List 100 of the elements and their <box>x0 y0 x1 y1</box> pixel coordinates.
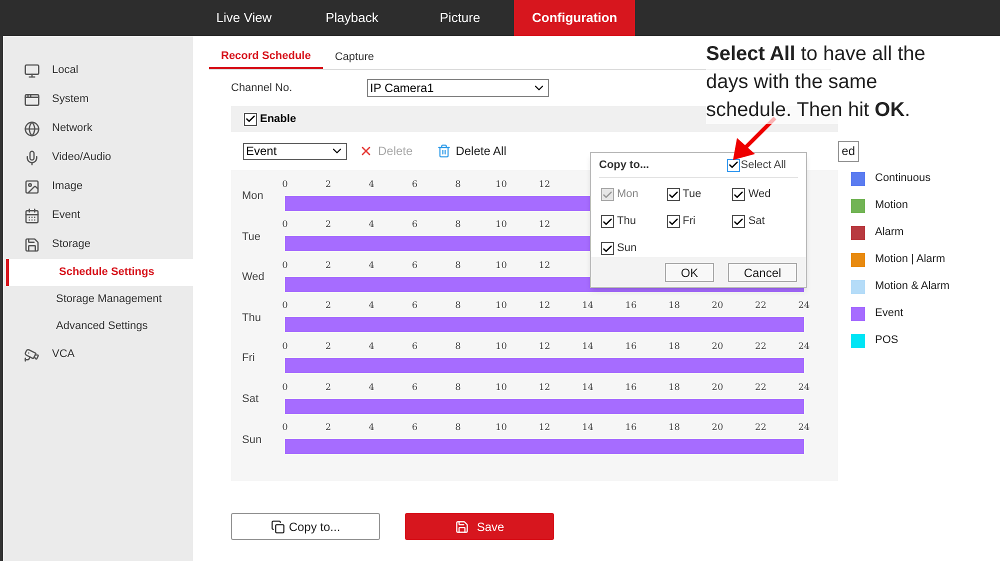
copy-to-button[interactable]: Copy to... <box>231 513 380 540</box>
hour-label: 20 <box>712 340 724 353</box>
hour-label: 8 <box>455 422 461 434</box>
type-select[interactable]: Event <box>243 142 347 160</box>
enable-checkbox[interactable] <box>244 112 257 126</box>
hour-label: 12 <box>538 300 550 312</box>
dialog-button[interactable]: Cancel <box>728 262 797 282</box>
select-all-label: Select All <box>740 158 786 173</box>
day-checkbox-label: Fri <box>682 214 696 230</box>
hour-label: 18 <box>668 300 680 312</box>
hour-label: 22 <box>755 340 766 353</box>
hour-label: 12 <box>538 219 550 232</box>
select-all-checkbox[interactable] <box>726 158 740 172</box>
sidebar-item[interactable]: VCA <box>3 340 193 369</box>
hour-label: 2 <box>325 178 332 191</box>
hour-label: 0 <box>282 422 288 434</box>
sidebar-item[interactable]: Network <box>3 114 193 143</box>
day-checkbox[interactable] <box>601 242 614 255</box>
nav-tab[interactable]: Picture <box>406 0 514 36</box>
day-checkbox[interactable] <box>666 188 680 201</box>
sidebar-item[interactable]: Image <box>3 172 193 201</box>
sidebar-item[interactable]: Video/Audio <box>3 143 193 172</box>
hour-label: 10 <box>496 260 507 272</box>
hour-label: 2 <box>325 260 332 272</box>
hour-label: 16 <box>625 422 637 434</box>
nav-tab[interactable]: Playback <box>298 0 406 36</box>
calendar-icon <box>24 208 40 224</box>
hour-label: 10 <box>496 422 507 434</box>
hour-label: 2 <box>325 340 332 353</box>
legend-label: Motion & Alarm <box>875 279 950 294</box>
schedule-bar[interactable] <box>285 439 804 454</box>
hour-label: 22 <box>755 382 766 394</box>
hour-label: 0 <box>282 382 288 394</box>
hour-label: 4 <box>368 422 374 434</box>
day-checkbox[interactable] <box>666 215 680 228</box>
schedule-bar[interactable] <box>285 398 804 414</box>
hour-label: 18 <box>668 340 680 353</box>
day-checkbox[interactable] <box>601 215 614 228</box>
legend-label: Continuous <box>875 171 931 186</box>
sidebar-item[interactable]: Storage <box>3 230 193 259</box>
sidebar-item[interactable]: Event <box>3 201 193 230</box>
hour-label: 24 <box>798 300 810 312</box>
image-icon <box>24 178 40 194</box>
day-checkbox[interactable] <box>732 215 746 228</box>
hour-label: 2 <box>325 219 332 232</box>
hour-label: 14 <box>582 300 594 312</box>
hour-label: 24 <box>798 422 810 434</box>
hour-label: 2 <box>325 382 332 394</box>
day-label: Tue <box>241 230 262 245</box>
legend-label: POS <box>875 333 898 348</box>
schedule-bar[interactable] <box>285 358 804 373</box>
legend-label: Alarm <box>875 225 904 240</box>
hour-label: 20 <box>712 300 724 312</box>
sub-tab[interactable]: Capture <box>322 45 386 69</box>
save-button[interactable]: Save <box>405 513 554 540</box>
hour-label: 10 <box>496 219 507 232</box>
hour-label: 8 <box>455 300 461 312</box>
hour-label: 14 <box>582 340 594 353</box>
sub-tab[interactable]: Record Schedule <box>209 45 323 69</box>
schedule-bar[interactable] <box>285 317 804 332</box>
hour-label: 10 <box>496 340 507 353</box>
hour-label: 8 <box>455 219 461 232</box>
hour-label: 0 <box>282 260 288 272</box>
field-label: Channel No. <box>231 80 294 96</box>
hour-label: 2 <box>325 422 332 434</box>
hour-label: 14 <box>582 382 594 394</box>
hour-label: 6 <box>412 422 418 434</box>
sidebar-subitem[interactable]: Schedule Settings <box>6 259 193 286</box>
hour-label: 12 <box>538 340 550 353</box>
hour-label: 18 <box>668 382 680 394</box>
hour-label: 6 <box>412 340 418 353</box>
nav-tab[interactable]: Configuration <box>514 0 636 36</box>
sidebar-subitem[interactable]: Advanced Settings <box>3 313 193 340</box>
hour-label: 4 <box>368 178 374 191</box>
hour-label: 8 <box>455 178 461 191</box>
dialog-button[interactable]: OK <box>665 262 714 282</box>
toolbar-button[interactable]: ed <box>838 140 859 162</box>
hour-label: 2 <box>325 300 332 312</box>
hour-label: 4 <box>368 340 374 353</box>
trash-icon <box>436 144 451 158</box>
sidebar-subitem[interactable]: Storage Management <box>3 286 193 313</box>
sidebar-item[interactable]: System <box>3 85 193 114</box>
day-label: Mon <box>241 189 264 204</box>
hour-label: 12 <box>538 382 550 394</box>
hour-label: 24 <box>798 382 810 394</box>
hour-label: 4 <box>368 300 374 312</box>
channel-select[interactable]: IP Camera1 <box>367 79 549 97</box>
hour-label: 12 <box>538 422 550 434</box>
hour-label: 20 <box>712 422 724 434</box>
hour-label: 0 <box>282 340 288 353</box>
hour-label: 6 <box>412 219 418 232</box>
day-checkbox[interactable] <box>732 188 746 201</box>
legend-label: Motion | Alarm <box>875 252 946 268</box>
window-icon <box>24 92 40 108</box>
hour-label: 0 <box>282 219 288 232</box>
hour-label: 14 <box>582 422 594 434</box>
sidebar-item[interactable]: Local <box>3 56 193 85</box>
delete-all-button[interactable]: Delete All <box>436 142 506 160</box>
close-icon <box>359 144 373 158</box>
nav-tab[interactable]: Live View <box>190 0 298 36</box>
